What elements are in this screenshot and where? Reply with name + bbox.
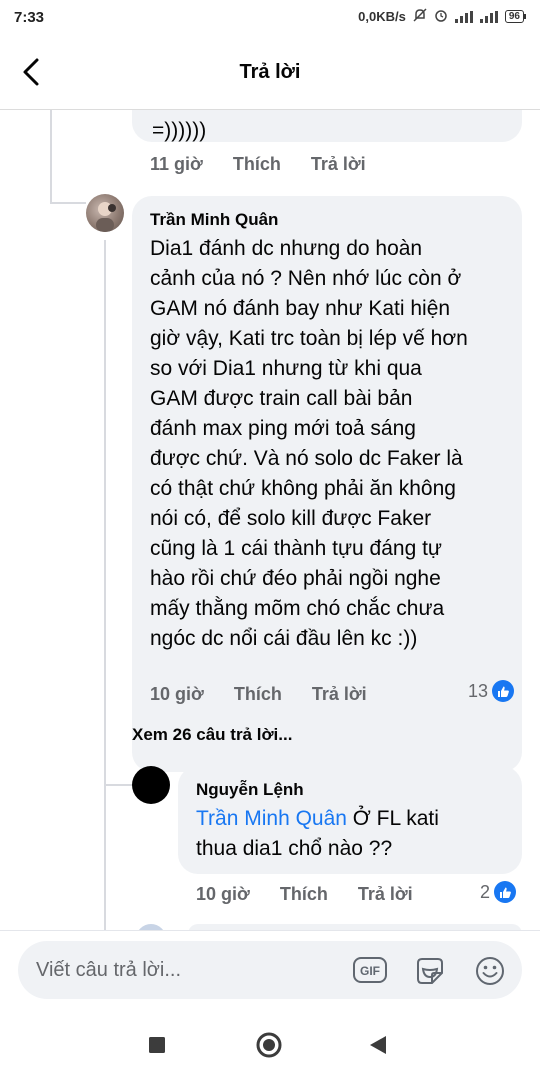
reply-input[interactable]: Viết câu trả lời... GIF (18, 941, 522, 999)
signal-icon (454, 10, 473, 23)
comment-line: cảnh của nó ? Nên nhớ lúc còn ở (150, 267, 462, 290)
comment-line: GAM nó đánh bay như Kati hiện (150, 297, 451, 320)
reply-input-placeholder: Viết câu trả lời... (36, 959, 182, 981)
comment-actions-main: 10 giờ Thích Trả lời (150, 684, 367, 705)
comment-text: =)))))) (152, 119, 207, 142)
thread-line (50, 110, 52, 202)
comment-bubble-reply: Nguyễn Lệnh Trần Minh Quân Ở FL kati thu… (178, 766, 522, 874)
comment-line: đánh max ping mới toả sáng (150, 417, 416, 440)
comment-line: thua dia1 chổ nào ?? (196, 837, 393, 860)
comment-text: Trần Minh Quân Ở FL kati thua dia1 chổ n… (196, 804, 516, 864)
comment-line: mấy thằng mõm chó chắc chưa (150, 597, 445, 620)
emoji-icon[interactable] (474, 955, 506, 992)
comment-actions-reply: 10 giờ Thích Trả lời (196, 884, 413, 905)
like-button[interactable]: Thích (234, 684, 282, 705)
thread-line-nested (104, 240, 106, 930)
comment-line: có thật chứ không phải ăn không (150, 477, 456, 500)
like-count: 2 (480, 881, 491, 902)
nav-recents-icon[interactable] (148, 1036, 166, 1059)
comment-line: Ở FL kati (346, 807, 439, 830)
comment-line: được chứ. Và nó solo dc Faker là (150, 447, 463, 470)
reply-button[interactable]: Trả lời (311, 154, 366, 175)
like-icon (494, 881, 517, 903)
comment-author[interactable]: Trần Minh Quân (150, 210, 278, 230)
comment-line: giờ vậy, Kati trc toàn bị lép vế hơn (150, 327, 468, 350)
like-icon (492, 680, 515, 702)
reaction-count[interactable]: 2 (480, 881, 517, 903)
comment-line: so với Dia1 nhưng từ khi qua (150, 357, 422, 380)
comment-actions-previous: 11 giờ Thích Trả lời (150, 154, 366, 175)
mention-link[interactable]: Trần Minh Quân (196, 807, 347, 830)
comment-line: GAM được train call bài bản (150, 387, 413, 410)
gif-label: GIF (360, 964, 380, 978)
reaction-count[interactable]: 13 (468, 680, 515, 702)
thread-connector (50, 202, 86, 204)
app-header: Trả lời (0, 34, 540, 110)
comment-thread: =)))))) 11 giờ Thích Trả lời Trần Minh Q… (0, 110, 540, 930)
comment-line: cũng là 1 cái thành tựu đáng tự (150, 537, 442, 560)
mute-icon (413, 8, 427, 25)
battery-icon: 96 (504, 10, 526, 23)
comment-line: nói có, để solo kill được Faker (150, 507, 432, 530)
comment-bubble-previous: =)))))) (132, 110, 522, 142)
status-time: 7:33 (14, 9, 45, 26)
network-speed: 0,0KB/s (358, 9, 406, 24)
comment-line: hào rồi chứ đéo phải ngồi nghe (150, 567, 441, 590)
nav-back-icon[interactable] (368, 1035, 388, 1060)
reply-composer: Viết câu trả lời... GIF (0, 930, 540, 1008)
comment-text: Dia1 đánh dc nhưng do hoàn cảnh của nó ?… (150, 234, 520, 654)
view-more-replies-link[interactable]: Xem 26 câu trả lời... (132, 725, 292, 745)
like-button[interactable]: Thích (280, 884, 328, 905)
comment-time: 10 giờ (196, 884, 250, 904)
thread-connector-view-replies (104, 784, 132, 786)
comment-author[interactable]: Nguyễn Lệnh (196, 780, 304, 800)
comment-time: 11 giờ (150, 154, 203, 174)
like-count: 13 (468, 680, 489, 701)
comment-line: ngóc dc nổi cái đầu lên kc :)) (150, 627, 418, 650)
system-nav-bar (0, 1008, 540, 1080)
comment-time: 10 giờ (150, 684, 204, 704)
like-button[interactable]: Thích (233, 154, 281, 175)
nav-home-icon[interactable] (256, 1032, 282, 1063)
page-title: Trả lời (239, 61, 301, 83)
avatar[interactable] (86, 194, 124, 232)
gif-icon[interactable]: GIF (352, 955, 388, 990)
alarm-icon (434, 8, 448, 25)
sticker-icon[interactable] (414, 955, 446, 992)
status-icons: 0,0KB/s 96 (358, 8, 526, 25)
signal-icon-2 (479, 10, 498, 23)
reply-button[interactable]: Trả lời (312, 684, 367, 705)
status-bar: 7:33 0,0KB/s 96 (0, 0, 540, 34)
avatar[interactable] (132, 766, 170, 804)
comment-line: Dia1 đánh dc nhưng do hoàn (150, 237, 423, 260)
reply-button[interactable]: Trả lời (358, 884, 413, 905)
